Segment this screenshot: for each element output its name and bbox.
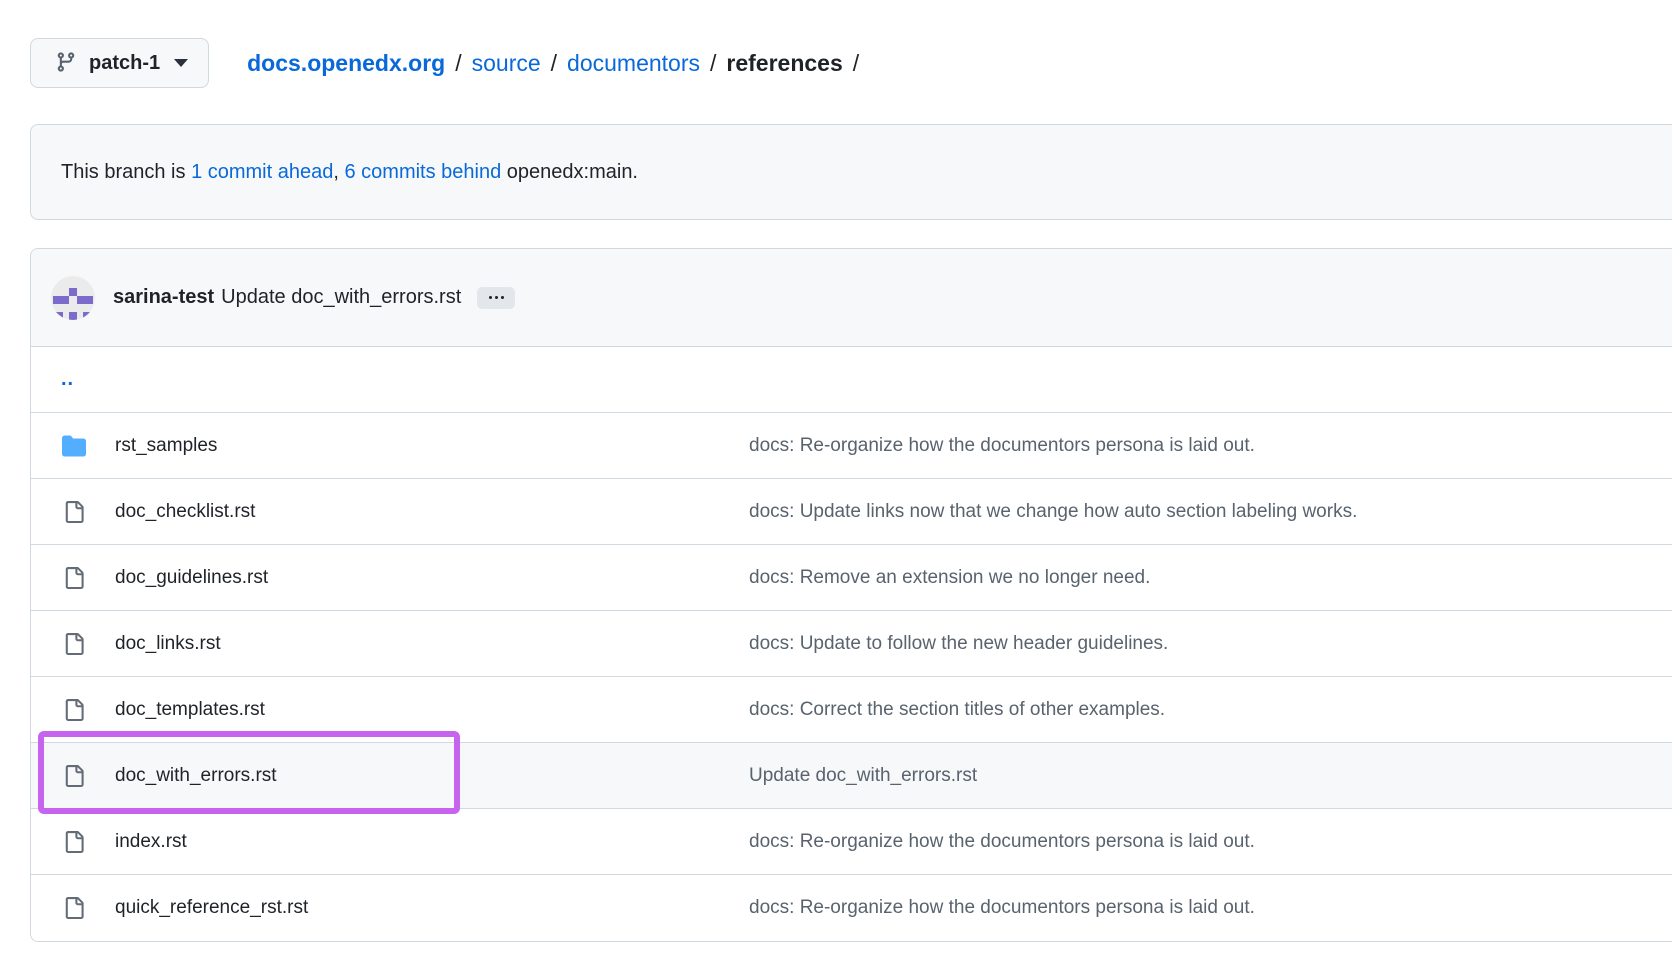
page-header: patch-1 docs.openedx.org / source / docu… <box>30 38 1672 88</box>
breadcrumb-separator: / <box>445 50 471 77</box>
commit-message-cell[interactable]: docs: Remove an extension we no longer n… <box>749 567 1150 588</box>
breadcrumb-documentors-link[interactable]: documentors <box>567 50 700 77</box>
chevron-down-icon <box>174 59 188 67</box>
breadcrumb-separator: / <box>541 50 567 77</box>
avatar[interactable] <box>51 276 95 320</box>
file-name-link[interactable]: doc_guidelines.rst <box>115 567 268 588</box>
git-branch-icon <box>55 51 77 76</box>
commit-message-link[interactable]: Update doc_with_errors.rst <box>221 286 461 309</box>
table-row: doc_templates.rst docs: Correct the sect… <box>31 677 1672 743</box>
commits-ahead-link[interactable]: 1 commit ahead <box>191 161 333 184</box>
file-name-link[interactable]: index.rst <box>115 831 187 852</box>
file-name-link[interactable]: doc_templates.rst <box>115 699 265 720</box>
file-name-link[interactable]: doc_links.rst <box>115 633 221 654</box>
kebab-horizontal-icon <box>489 296 504 299</box>
file-icon <box>61 500 87 524</box>
file-name-link[interactable]: rst_samples <box>115 435 217 456</box>
file-icon <box>61 764 87 788</box>
file-name-link[interactable]: doc_with_errors.rst <box>115 765 277 786</box>
table-row: quick_reference_rst.rst docs: Re-organiz… <box>31 875 1672 941</box>
banner-text-suffix: openedx:main. <box>501 161 638 184</box>
table-row-highlighted: doc_with_errors.rst Update doc_with_erro… <box>31 743 1672 809</box>
commit-message-cell[interactable]: docs: Update links now that we change ho… <box>749 501 1357 522</box>
table-row-parent: .. <box>31 347 1672 413</box>
file-icon <box>61 896 87 920</box>
branch-selector-button[interactable]: patch-1 <box>30 38 209 88</box>
commit-details-button[interactable] <box>477 287 515 309</box>
commit-message-cell[interactable]: docs: Update to follow the new header gu… <box>749 633 1168 654</box>
table-row: doc_guidelines.rst docs: Remove an exten… <box>31 545 1672 611</box>
file-icon <box>61 698 87 722</box>
parent-directory-link[interactable]: .. <box>61 368 74 391</box>
banner-text-separator: , <box>333 161 344 184</box>
commit-message-cell[interactable]: docs: Re-organize how the documentors pe… <box>749 897 1255 918</box>
breadcrumb-separator: / <box>700 50 726 77</box>
table-row: rst_samples docs: Re-organize how the do… <box>31 413 1672 479</box>
table-row: doc_checklist.rst docs: Update links now… <box>31 479 1672 545</box>
file-name-link[interactable]: doc_checklist.rst <box>115 501 255 522</box>
commit-message-cell[interactable]: docs: Correct the section titles of othe… <box>749 699 1165 720</box>
breadcrumb-separator: / <box>843 50 869 77</box>
commit-message-cell[interactable]: Update doc_with_errors.rst <box>749 765 977 786</box>
latest-commit-header: sarina-test Update doc_with_errors.rst <box>31 249 1672 347</box>
file-icon <box>61 632 87 656</box>
commits-behind-link[interactable]: 6 commits behind <box>344 161 501 184</box>
commit-author-link[interactable]: sarina-test <box>113 286 214 309</box>
branch-name-label: patch-1 <box>89 52 160 75</box>
breadcrumb: docs.openedx.org / source / documentors … <box>247 50 869 77</box>
branch-status-banner: This branch is 1 commit ahead, 6 commits… <box>30 124 1672 220</box>
file-name-link[interactable]: quick_reference_rst.rst <box>115 897 308 918</box>
breadcrumb-source-link[interactable]: source <box>472 50 541 77</box>
commit-message-cell[interactable]: docs: Re-organize how the documentors pe… <box>749 435 1255 456</box>
file-icon <box>61 830 87 854</box>
commit-message-cell[interactable]: docs: Re-organize how the documentors pe… <box>749 831 1255 852</box>
table-row: doc_links.rst docs: Update to follow the… <box>31 611 1672 677</box>
folder-icon <box>61 434 87 458</box>
breadcrumb-current-folder: references <box>726 50 842 77</box>
breadcrumb-repo-link[interactable]: docs.openedx.org <box>247 50 445 77</box>
file-icon <box>61 566 87 590</box>
table-row: index.rst docs: Re-organize how the docu… <box>31 809 1672 875</box>
banner-text-prefix: This branch is <box>61 161 191 184</box>
file-browser-panel: sarina-test Update doc_with_errors.rst .… <box>30 248 1672 942</box>
